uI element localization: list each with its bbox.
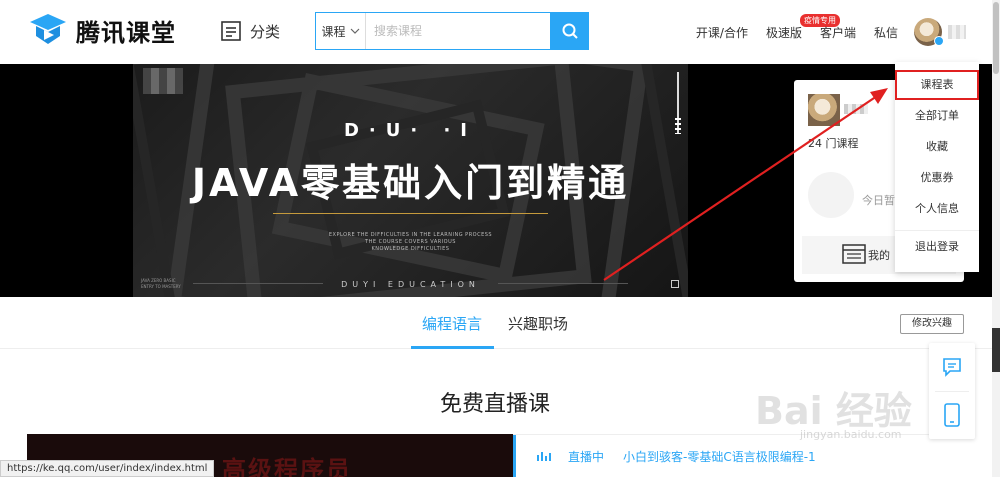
scrollbar-thumb[interactable] <box>993 2 999 74</box>
banner-corner-line: ENTRY TO MASTERY <box>141 284 181 289</box>
page: 腾讯课堂 分类 课程 搜索课程 开课/合作 极速版 疫情专用 客户端 私信 D·… <box>0 0 1000 477</box>
live-video-text: 高级程序员 <box>222 456 352 477</box>
menu-item-coupons[interactable]: 优惠券 <box>895 162 979 193</box>
baidu-watermark: Bai 经验 <box>755 389 912 433</box>
live-bars-icon <box>537 452 551 461</box>
browser-status-url: https://ke.qq.com/user/index/index.html <box>0 460 215 477</box>
annotation-arrow-icon <box>603 88 888 281</box>
avatar-status-icon <box>934 36 944 46</box>
live-status: 直播中 <box>568 450 605 464</box>
nav-teach[interactable]: 开课/合作 <box>696 24 748 41</box>
page-scrollbar[interactable] <box>992 0 1000 477</box>
search-icon <box>562 23 578 39</box>
nav-express-label: 极速版 <box>765 25 802 40</box>
side-widget-tab[interactable] <box>992 328 1000 372</box>
floating-divider <box>935 391 969 392</box>
category-menu[interactable]: 分类 <box>220 20 280 42</box>
username-blurred <box>948 25 966 39</box>
menu-item-logout[interactable]: 退出登录 <box>895 231 979 262</box>
banner-divider <box>273 213 548 214</box>
chevron-down-icon <box>350 28 359 34</box>
search-bar: 课程 <box>315 12 589 50</box>
nav-express[interactable]: 极速版 疫情专用 <box>765 13 840 41</box>
logo[interactable]: 腾讯课堂 <box>28 12 176 48</box>
menu-item-orders[interactable]: 全部订单 <box>895 100 979 131</box>
top-nav: 开课/合作 极速版 疫情专用 客户端 私信 <box>678 0 1000 64</box>
edit-interest-button[interactable]: 修改兴趣 <box>900 314 964 334</box>
banner-blurred-logo <box>143 68 183 94</box>
live-active-indicator <box>513 435 516 477</box>
menu-item-favorites[interactable]: 收藏 <box>895 131 979 162</box>
search-scope-select[interactable]: 课程 <box>316 13 366 49</box>
menu-item-schedule[interactable]: 课程表 <box>895 70 979 100</box>
active-tab-indicator <box>411 346 494 349</box>
logo-text: 腾讯课堂 <box>76 18 176 47</box>
tab-interest-career[interactable]: 兴趣职场 <box>508 313 568 334</box>
baidu-watermark-domain: jingyan.baidu.com <box>800 428 902 441</box>
tab-programming[interactable]: 编程语言 <box>422 313 482 334</box>
category-label: 分类 <box>250 22 281 41</box>
menu-item-profile[interactable]: 个人信息 <box>895 193 979 224</box>
user-dropdown-menu: 课程表 全部订单 收藏 优惠券 个人信息 退出登录 <box>895 62 979 272</box>
nav-client[interactable]: 客户端 <box>820 24 856 41</box>
nav-messages[interactable]: 私信 <box>874 24 898 41</box>
top-header: 腾讯课堂 分类 课程 搜索课程 开课/合作 极速版 疫情专用 客户端 私信 <box>0 0 1000 64</box>
user-avatar-menu[interactable] <box>914 18 966 46</box>
list-icon <box>221 21 241 41</box>
message-icon[interactable] <box>942 357 962 377</box>
search-button[interactable] <box>550 12 589 50</box>
category-tabs: 编程语言 兴趣职场 修改兴趣 <box>0 297 1000 349</box>
phone-icon[interactable] <box>943 403 961 427</box>
search-input[interactable] <box>366 13 550 49</box>
floating-toolbar <box>929 343 975 439</box>
search-scope-label: 课程 <box>321 24 346 39</box>
banner-corner-text: JAVA ZERO BASIC ENTRY TO MASTERY <box>141 278 181 290</box>
live-course-title[interactable]: 小白到骇客-零基础C语言极限编程-1 <box>623 448 816 465</box>
logo-icon <box>30 14 66 44</box>
